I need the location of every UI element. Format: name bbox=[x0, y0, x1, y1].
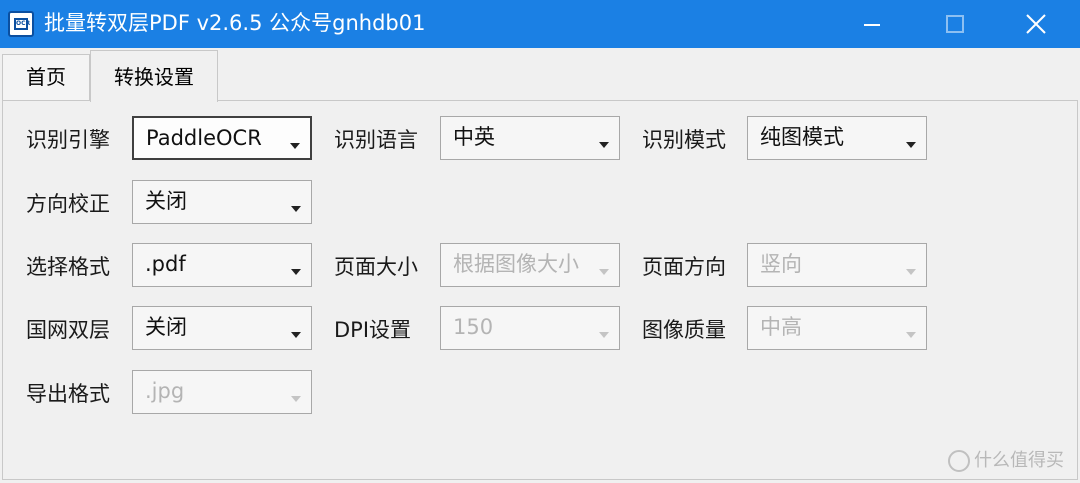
image-quality-select[interactable]: 中高 bbox=[747, 306, 927, 350]
gov-dual-layer-select[interactable]: 关闭 bbox=[132, 306, 312, 350]
chevron-down-icon bbox=[599, 269, 609, 275]
watermark-text: 什么值得买 bbox=[974, 450, 1064, 471]
select-format-label: 选择格式 bbox=[26, 255, 110, 279]
page-orientation-label: 页面方向 bbox=[642, 255, 726, 279]
select-format-value: .pdf bbox=[145, 252, 186, 276]
orientation-fix-label: 方向校正 bbox=[26, 192, 110, 216]
page-orientation-value: 竖向 bbox=[760, 252, 802, 276]
chevron-down-icon bbox=[291, 206, 301, 212]
watermark-logo-icon bbox=[948, 450, 970, 472]
orientation-fix-select[interactable]: 关闭 bbox=[132, 180, 312, 224]
window-title: 批量转双层PDF v2.6.5 公众号gnhdb01 bbox=[44, 11, 426, 35]
image-quality-label: 图像质量 bbox=[642, 318, 726, 342]
chevron-down-icon bbox=[290, 143, 300, 149]
page-orientation-select[interactable]: 竖向 bbox=[747, 243, 927, 287]
dpi-label: DPI设置 bbox=[334, 318, 412, 342]
page-size-value: 根据图像大小 bbox=[453, 252, 579, 276]
dpi-select[interactable]: 150 bbox=[440, 306, 620, 350]
chevron-down-icon bbox=[291, 332, 301, 338]
ocr-mode-label: 识别模式 bbox=[642, 128, 726, 152]
chevron-down-icon bbox=[599, 332, 609, 338]
page-size-select[interactable]: 根据图像大小 bbox=[440, 243, 620, 287]
chevron-down-icon bbox=[906, 332, 916, 338]
tab-home[interactable]: 首页 bbox=[2, 54, 90, 100]
export-format-value: .jpg bbox=[145, 379, 185, 403]
maximize-icon bbox=[946, 15, 964, 33]
ocr-engine-value: PaddleOCR bbox=[146, 126, 262, 150]
chevron-down-icon bbox=[291, 396, 301, 402]
ocr-mode-value: 纯图模式 bbox=[760, 125, 844, 149]
watermark: 什么值得买 bbox=[948, 446, 1064, 472]
select-format-select[interactable]: .pdf bbox=[132, 243, 312, 287]
ocr-engine-label: 识别引擎 bbox=[26, 128, 110, 152]
tab-conversion-settings[interactable]: 转换设置 bbox=[90, 50, 218, 102]
gov-dual-layer-value: 关闭 bbox=[145, 315, 187, 339]
ocr-language-label: 识别语言 bbox=[334, 128, 418, 152]
close-icon bbox=[1026, 14, 1046, 34]
minimize-button[interactable] bbox=[842, 0, 902, 48]
dpi-value: 150 bbox=[453, 315, 494, 339]
title-bar: OCR 批量转双层PDF v2.6.5 公众号gnhdb01 bbox=[0, 0, 1080, 48]
ocr-engine-select[interactable]: PaddleOCR bbox=[132, 116, 312, 160]
close-button[interactable] bbox=[1004, 0, 1064, 48]
chevron-down-icon bbox=[906, 142, 916, 148]
app-icon: OCR bbox=[8, 11, 34, 37]
minimize-icon bbox=[864, 24, 880, 26]
orientation-fix-value: 关闭 bbox=[145, 189, 187, 213]
ocr-mode-select[interactable]: 纯图模式 bbox=[747, 116, 927, 160]
image-quality-value: 中高 bbox=[760, 315, 802, 339]
export-format-label: 导出格式 bbox=[26, 382, 110, 406]
ocr-language-select[interactable]: 中英 bbox=[440, 116, 620, 160]
maximize-button[interactable] bbox=[922, 0, 982, 48]
chevron-down-icon bbox=[599, 142, 609, 148]
page-size-label: 页面大小 bbox=[334, 255, 418, 279]
chevron-down-icon bbox=[291, 269, 301, 275]
ocr-icon: OCR bbox=[14, 18, 30, 30]
gov-dual-layer-label: 国网双层 bbox=[26, 318, 110, 342]
export-format-select[interactable]: .jpg bbox=[132, 370, 312, 414]
ocr-language-value: 中英 bbox=[453, 125, 495, 149]
chevron-down-icon bbox=[906, 269, 916, 275]
